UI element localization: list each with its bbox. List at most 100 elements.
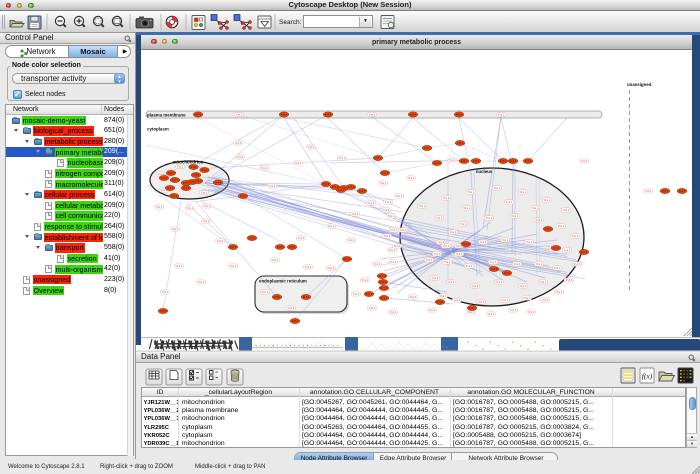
- svg-text:Yxx 1: Yxx 1: [348, 238, 355, 242]
- svg-text:Yxx 1: Yxx 1: [408, 176, 415, 180]
- svg-text:Yxx 1: Yxx 1: [383, 208, 390, 212]
- svg-text:Yxx 1: Yxx 1: [410, 295, 417, 299]
- svg-text:Yxx 1: Yxx 1: [288, 306, 295, 310]
- svg-text:Yxx 1: Yxx 1: [478, 300, 485, 304]
- svg-text:Yxx 1: Yxx 1: [353, 292, 360, 296]
- svg-text:Yxx 1: Yxx 1: [177, 165, 184, 169]
- svg-text:Yxx 1: Yxx 1: [172, 227, 179, 231]
- svg-text:endoplasmic reticulum: endoplasmic reticulum: [259, 279, 307, 284]
- svg-text:Yxx 1: Yxx 1: [443, 244, 450, 248]
- svg-text:Yxx 1: Yxx 1: [217, 239, 224, 243]
- svg-text:Yxx 1: Yxx 1: [532, 206, 539, 210]
- svg-text:Yxx 1: Yxx 1: [645, 189, 652, 193]
- svg-text:Yxx 1: Yxx 1: [572, 234, 579, 238]
- svg-text:Yxx 1: Yxx 1: [574, 262, 581, 266]
- svg-text:Yxx 1: Yxx 1: [389, 248, 396, 252]
- svg-text:Yxx 1: Yxx 1: [468, 190, 475, 194]
- svg-text:Yxx 1: Yxx 1: [558, 224, 565, 228]
- svg-text:Yxx 1: Yxx 1: [460, 222, 467, 226]
- svg-text:Yxx 1: Yxx 1: [374, 262, 381, 266]
- svg-text:Yxx 1: Yxx 1: [449, 158, 456, 162]
- svg-text:Yxx 1: Yxx 1: [490, 260, 497, 264]
- svg-text:Yxx 1: Yxx 1: [520, 284, 527, 288]
- svg-text:Yxx 1: Yxx 1: [514, 262, 521, 266]
- svg-text:Yxx 1: Yxx 1: [480, 240, 487, 244]
- svg-text:Yxx 1: Yxx 1: [388, 214, 395, 218]
- svg-text:Yxx 1: Yxx 1: [369, 306, 376, 310]
- svg-text:Yxx 1: Yxx 1: [384, 234, 391, 238]
- svg-text:Yxx 1: Yxx 1: [400, 228, 407, 232]
- svg-text:Yxx 1: Yxx 1: [494, 186, 501, 190]
- svg-text:Yxx 1: Yxx 1: [528, 310, 535, 314]
- svg-text:Yxx 1: Yxx 1: [526, 240, 533, 244]
- svg-text:Yxx 1: Yxx 1: [450, 230, 457, 234]
- svg-text:Yxx 1: Yxx 1: [520, 190, 527, 194]
- svg-text:Yxx 1: Yxx 1: [488, 312, 495, 316]
- svg-text:Yxx 1: Yxx 1: [176, 264, 183, 268]
- svg-text:Yxx 1: Yxx 1: [540, 280, 547, 284]
- svg-text:Yxx 1: Yxx 1: [203, 219, 210, 223]
- svg-text:Yxx 1: Yxx 1: [536, 262, 543, 266]
- svg-text:Yxx 1: Yxx 1: [440, 294, 447, 298]
- svg-text:mitochondrion: mitochondrion: [173, 160, 204, 165]
- svg-text:Yxx 1: Yxx 1: [262, 290, 269, 294]
- svg-text:Yxx 1: Yxx 1: [566, 278, 573, 282]
- svg-text:Yxx 1: Yxx 1: [544, 198, 551, 202]
- svg-text:Yxx 1: Yxx 1: [564, 248, 571, 252]
- svg-text:Yxx 1: Yxx 1: [466, 264, 473, 268]
- svg-text:Yxx 1: Yxx 1: [352, 212, 359, 216]
- svg-text:Yxx 1: Yxx 1: [429, 308, 436, 312]
- svg-text:Yxx 1: Yxx 1: [434, 252, 441, 256]
- svg-text:Yxx 1: Yxx 1: [237, 155, 244, 159]
- svg-text:Yxx 1: Yxx 1: [385, 200, 392, 204]
- svg-text:Yxx 1: Yxx 1: [464, 206, 471, 210]
- svg-text:Yxx 1: Yxx 1: [235, 141, 242, 145]
- svg-text:Yxx 1: Yxx 1: [269, 184, 276, 188]
- svg-text:Yxx 1: Yxx 1: [369, 113, 376, 117]
- svg-text:Yxx 1: Yxx 1: [339, 156, 346, 160]
- svg-text:Yxx 1: Yxx 1: [187, 206, 194, 210]
- svg-text:Yxx 1: Yxx 1: [536, 218, 543, 222]
- svg-text:Yxx 1: Yxx 1: [510, 308, 517, 312]
- svg-text:Yxx 1: Yxx 1: [390, 260, 397, 264]
- svg-text:Yxx 1: Yxx 1: [419, 204, 426, 208]
- svg-text:Yxx 1: Yxx 1: [542, 298, 549, 302]
- svg-text:Yxx 1: Yxx 1: [298, 236, 305, 240]
- svg-text:Yxx 1: Yxx 1: [368, 201, 375, 205]
- svg-text:Yxx 1: Yxx 1: [581, 159, 588, 163]
- svg-text:Yxx 1: Yxx 1: [448, 280, 455, 284]
- svg-text:Yxx 1: Yxx 1: [380, 181, 387, 185]
- svg-text:Yxx 1: Yxx 1: [506, 200, 513, 204]
- svg-text:f(x): f(x): [642, 372, 653, 381]
- svg-text:Yxx 1: Yxx 1: [444, 260, 451, 264]
- svg-text:Yxx 1: Yxx 1: [328, 224, 335, 228]
- svg-text:plasma membrane: plasma membrane: [147, 112, 186, 117]
- svg-text:Yxx 1: Yxx 1: [486, 216, 493, 220]
- svg-text:unassigned: unassigned: [627, 82, 652, 87]
- svg-text:Yxx 1: Yxx 1: [563, 208, 570, 212]
- svg-text:Yxx 1: Yxx 1: [230, 264, 237, 268]
- svg-text:nucleus: nucleus: [476, 169, 493, 174]
- svg-text:Yxx 1: Yxx 1: [524, 296, 531, 300]
- svg-text:Yxx 1: Yxx 1: [496, 280, 503, 284]
- svg-text:Yxx 1: Yxx 1: [472, 284, 479, 288]
- svg-text:Yxx 1: Yxx 1: [390, 310, 397, 314]
- svg-text:Yxx 1: Yxx 1: [502, 238, 509, 242]
- svg-text:Yxx 1: Yxx 1: [391, 228, 398, 232]
- svg-text:Yxx 1: Yxx 1: [554, 266, 561, 270]
- svg-text:Yxx 1: Yxx 1: [261, 166, 268, 170]
- svg-text:Yxx 1: Yxx 1: [426, 258, 433, 262]
- svg-text:Yxx 1: Yxx 1: [204, 204, 211, 208]
- svg-text:Yxx 1: Yxx 1: [305, 265, 312, 269]
- svg-text:Yxx 1: Yxx 1: [236, 113, 243, 117]
- svg-text:Yxx 1: Yxx 1: [394, 244, 401, 248]
- svg-text:Yxx 1: Yxx 1: [328, 266, 335, 270]
- svg-text:Yxx 1: Yxx 1: [556, 290, 563, 294]
- svg-text:Yxx 1: Yxx 1: [272, 258, 279, 262]
- svg-text:Yxx 1: Yxx 1: [502, 298, 509, 302]
- svg-text:Yxx 1: Yxx 1: [512, 214, 519, 218]
- svg-text:Yxx 1: Yxx 1: [362, 278, 369, 282]
- svg-text:Yxx 1: Yxx 1: [432, 276, 439, 280]
- svg-text:Yxx 1: Yxx 1: [443, 196, 450, 200]
- svg-text:Yxx 1: Yxx 1: [201, 191, 208, 195]
